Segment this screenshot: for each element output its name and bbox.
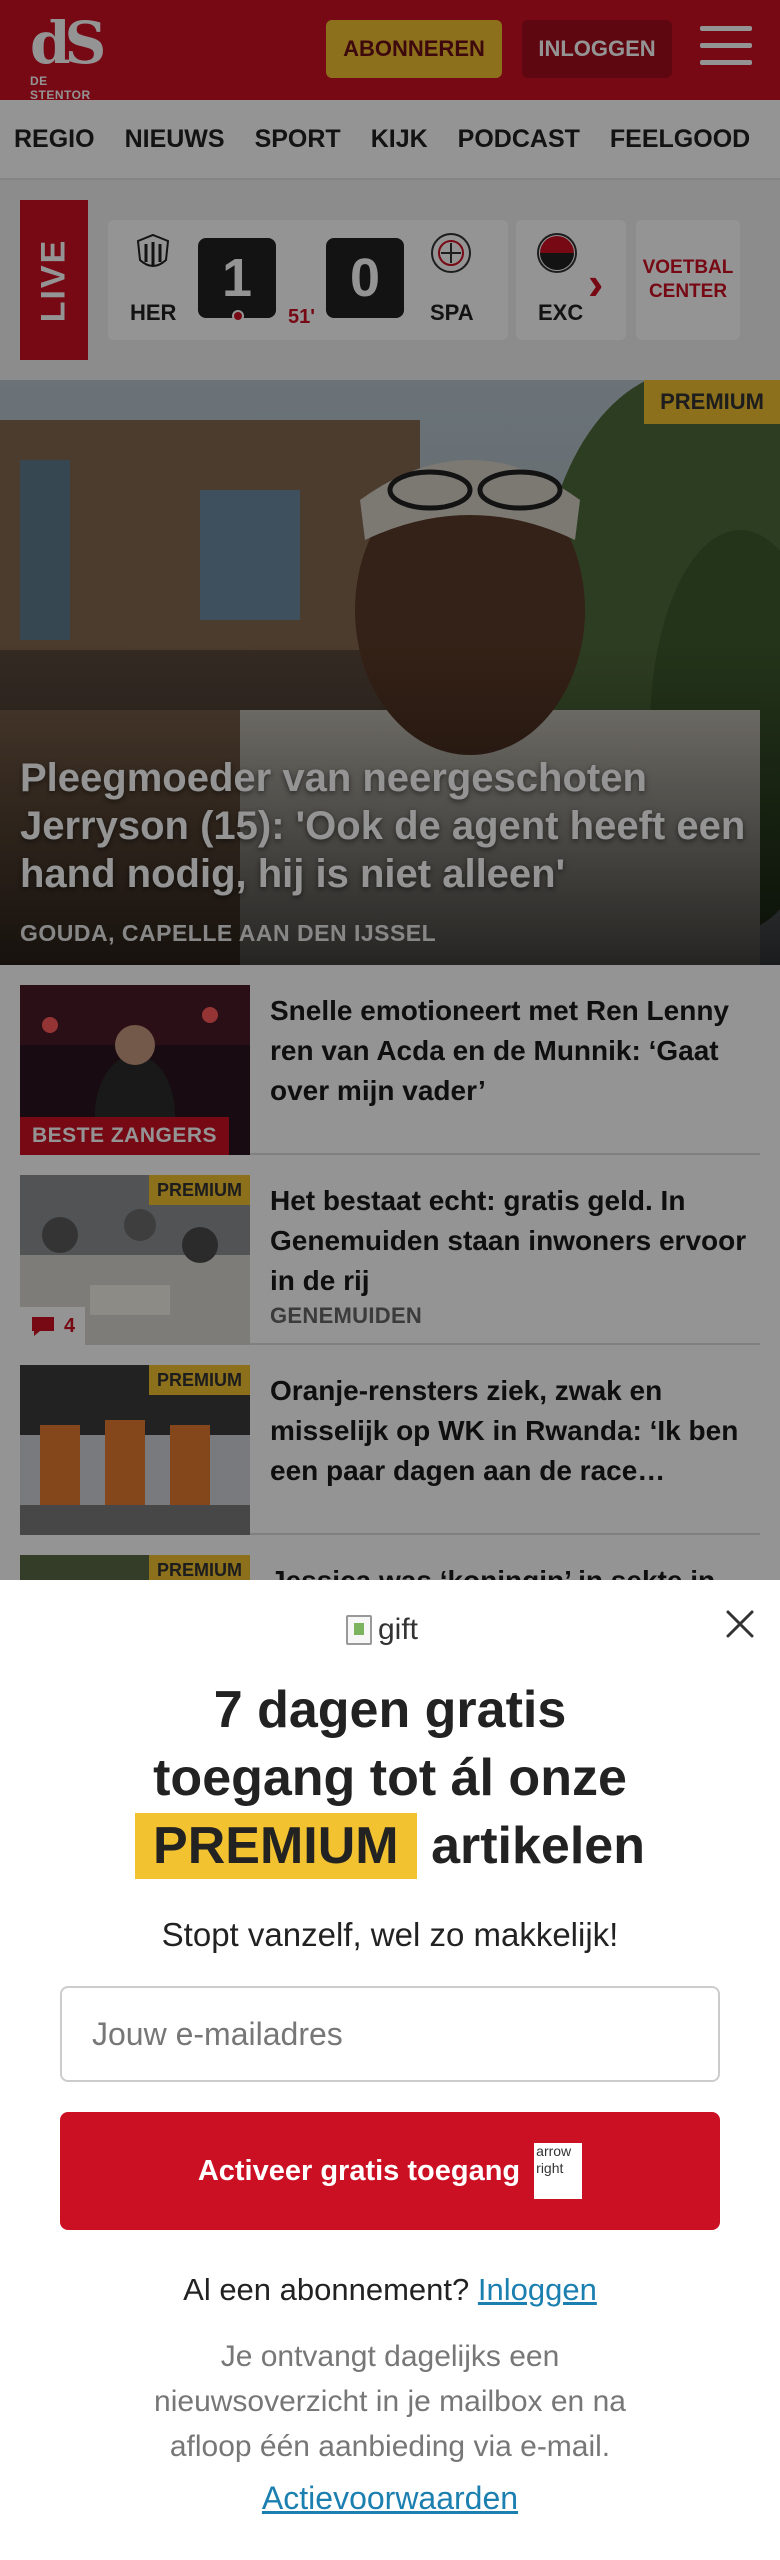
- close-icon[interactable]: [718, 1602, 762, 1646]
- login-prompt: Al een abonnement? Inloggen: [60, 2272, 720, 2308]
- terms-link[interactable]: Actievoorwaarden: [60, 2480, 720, 2517]
- gift-icon: gift: [346, 1610, 418, 1650]
- login-link[interactable]: Inloggen: [478, 2272, 597, 2307]
- modal-backdrop[interactable]: [0, 0, 780, 1580]
- login-prompt-text: Al een abonnement?: [183, 2272, 470, 2307]
- gift-alt-text: gift: [378, 1613, 419, 1646]
- newsletter-info: Je ontvangt dagelijks een nieuwsoverzich…: [154, 2340, 626, 2463]
- modal-subtitle: Stopt vanzelf, wel zo makkelijk!: [161, 1916, 619, 1953]
- modal-title-line2: toegang tot ál onze: [153, 1749, 627, 1807]
- modal-title-end: artikelen: [431, 1817, 645, 1875]
- premium-highlight: PREMIUM: [135, 1813, 417, 1879]
- premium-trial-modal: gift 7 dagen gratis toegang tot ál onze …: [0, 1580, 780, 2560]
- arrow-right-icon: arrow right: [534, 2143, 583, 2199]
- activate-free-access-button[interactable]: Activeer gratis toegang arrow right: [60, 2112, 720, 2230]
- cta-label: Activeer gratis toegang: [197, 2154, 521, 2187]
- modal-title-line1: 7 dagen gratis: [213, 1681, 567, 1739]
- modal-title-line3: PREMIUM artikelen: [60, 1812, 720, 1880]
- modal-title: 7 dagen gratis toegang tot ál onze PREMI…: [60, 1676, 720, 1880]
- email-field[interactable]: [60, 1986, 720, 2082]
